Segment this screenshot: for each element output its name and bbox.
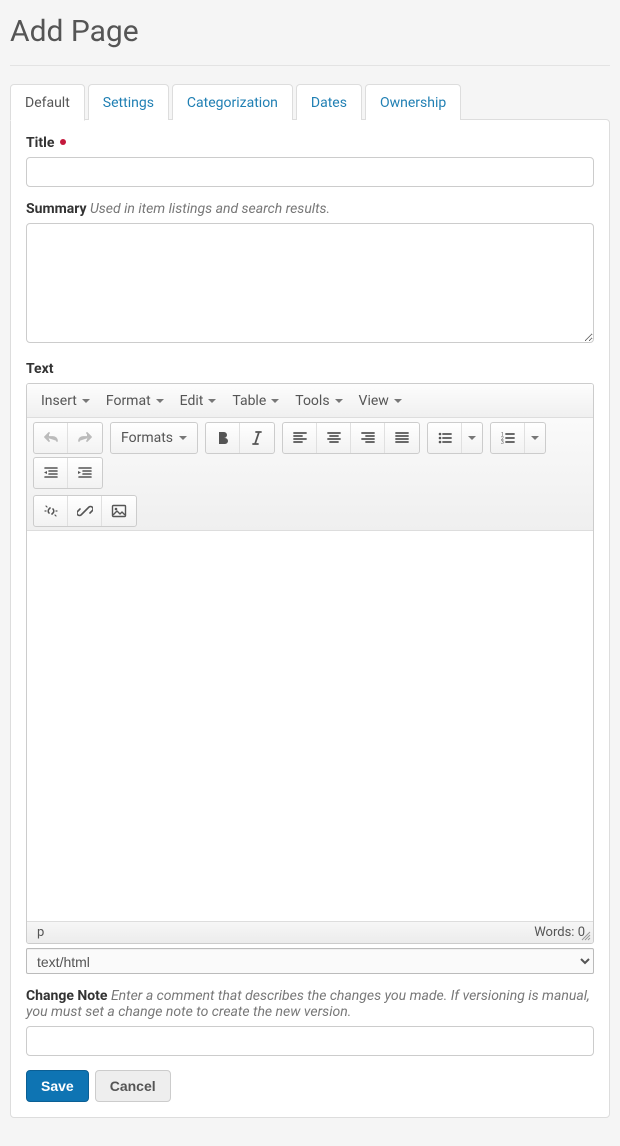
formats-dropdown[interactable]: Formats — [111, 423, 197, 453]
outdent-icon — [43, 465, 59, 481]
undo-button[interactable] — [34, 423, 68, 453]
bullet-list-icon — [437, 430, 453, 446]
tab-default[interactable]: Default — [10, 84, 85, 121]
bullet-list-dropdown[interactable] — [462, 423, 482, 453]
bullet-list-button[interactable] — [428, 423, 462, 453]
resize-grip-icon[interactable] — [581, 931, 591, 941]
formats-label: Formats — [121, 430, 173, 446]
tab-categorization[interactable]: Categorization — [172, 84, 293, 120]
image-icon — [111, 503, 127, 519]
numbered-list-icon: 123 — [500, 430, 516, 446]
unlink-icon — [43, 503, 59, 519]
menu-table[interactable]: Table — [224, 387, 287, 415]
chevron-down-icon — [468, 436, 476, 440]
numbered-list-dropdown[interactable] — [525, 423, 545, 453]
outdent-button[interactable] — [34, 458, 68, 488]
mime-type-select[interactable]: text/html — [26, 948, 594, 974]
italic-button[interactable] — [240, 423, 274, 453]
menu-edit[interactable]: Edit — [172, 387, 225, 415]
field-text: Text Insert Format Edit — [26, 361, 594, 974]
align-right-icon — [360, 430, 376, 446]
chevron-down-icon — [179, 436, 187, 440]
redo-icon — [77, 430, 93, 446]
redo-button[interactable] — [68, 423, 102, 453]
align-right-button[interactable] — [351, 423, 385, 453]
bold-button[interactable] — [206, 423, 240, 453]
title-input[interactable] — [26, 157, 594, 187]
menu-table-label: Table — [232, 393, 266, 409]
menu-view-label: View — [359, 393, 389, 409]
field-title: Title — [26, 135, 594, 187]
field-summary: Summary Used in item listings and search… — [26, 201, 594, 347]
chevron-down-icon — [394, 399, 402, 403]
menu-tools-label: Tools — [295, 393, 329, 409]
tab-ownership[interactable]: Ownership — [365, 84, 461, 120]
summary-help-text: Used in item listings and search results… — [90, 201, 330, 217]
chevron-down-icon — [156, 399, 164, 403]
change-note-label: Change Note Enter a comment that describ… — [26, 988, 594, 1020]
tab-settings[interactable]: Settings — [88, 84, 169, 120]
editor-toolbar: Formats — [27, 418, 593, 531]
text-label-text: Text — [26, 361, 53, 377]
cancel-button[interactable]: Cancel — [95, 1070, 171, 1102]
bold-icon — [215, 430, 231, 446]
menu-insert-label: Insert — [41, 393, 77, 409]
summary-label: Summary Used in item listings and search… — [26, 201, 594, 217]
tab-dates[interactable]: Dates — [296, 84, 362, 120]
text-label: Text — [26, 361, 594, 377]
divider — [10, 65, 610, 66]
unlink-button[interactable] — [34, 496, 68, 526]
chevron-down-icon — [531, 436, 539, 440]
link-button[interactable] — [68, 496, 102, 526]
menu-insert[interactable]: Insert — [33, 387, 98, 415]
title-label-text: Title — [26, 135, 54, 151]
menu-view[interactable]: View — [351, 387, 410, 415]
align-justify-icon — [394, 430, 410, 446]
indent-button[interactable] — [68, 458, 102, 488]
chevron-down-icon — [335, 399, 343, 403]
editor-statusbar: p Words: 0 — [27, 921, 593, 943]
page-title: Add Page — [10, 14, 610, 49]
menu-format-label: Format — [106, 393, 151, 409]
chevron-down-icon — [82, 399, 90, 403]
tab-panel-default: Title Summary Used in item listings and … — [10, 119, 610, 1118]
change-note-help-text: Enter a comment that describes the chang… — [26, 988, 590, 1020]
italic-icon — [249, 430, 265, 446]
undo-icon — [43, 430, 59, 446]
numbered-list-button[interactable]: 123 — [491, 423, 525, 453]
image-button[interactable] — [102, 496, 136, 526]
menu-format[interactable]: Format — [98, 387, 172, 415]
link-icon — [77, 503, 93, 519]
svg-text:3: 3 — [501, 440, 504, 446]
align-center-button[interactable] — [317, 423, 351, 453]
align-justify-button[interactable] — [385, 423, 419, 453]
align-center-icon — [326, 430, 342, 446]
editor-word-count: Words: 0 — [534, 925, 585, 940]
align-left-button[interactable] — [283, 423, 317, 453]
menu-tools[interactable]: Tools — [287, 387, 350, 415]
change-note-input[interactable] — [26, 1026, 594, 1056]
chevron-down-icon — [271, 399, 279, 403]
title-label: Title — [26, 135, 594, 151]
menu-edit-label: Edit — [180, 393, 204, 409]
align-left-icon — [292, 430, 308, 446]
rich-text-editor: Insert Format Edit Table — [26, 383, 594, 944]
field-change-note: Change Note Enter a comment that describ… — [26, 988, 594, 1056]
editor-menubar: Insert Format Edit Table — [27, 384, 593, 418]
change-note-label-text: Change Note — [26, 988, 107, 1004]
chevron-down-icon — [208, 399, 216, 403]
form-actions: Save Cancel — [26, 1070, 594, 1102]
summary-input[interactable] — [26, 223, 594, 343]
summary-label-text: Summary — [26, 201, 87, 217]
indent-icon — [77, 465, 93, 481]
required-indicator-icon — [60, 139, 66, 145]
save-button[interactable]: Save — [26, 1070, 89, 1102]
editor-content-area[interactable] — [27, 531, 593, 921]
editor-path[interactable]: p — [37, 925, 44, 940]
tab-list: Default Settings Categorization Dates Ow… — [10, 84, 610, 120]
